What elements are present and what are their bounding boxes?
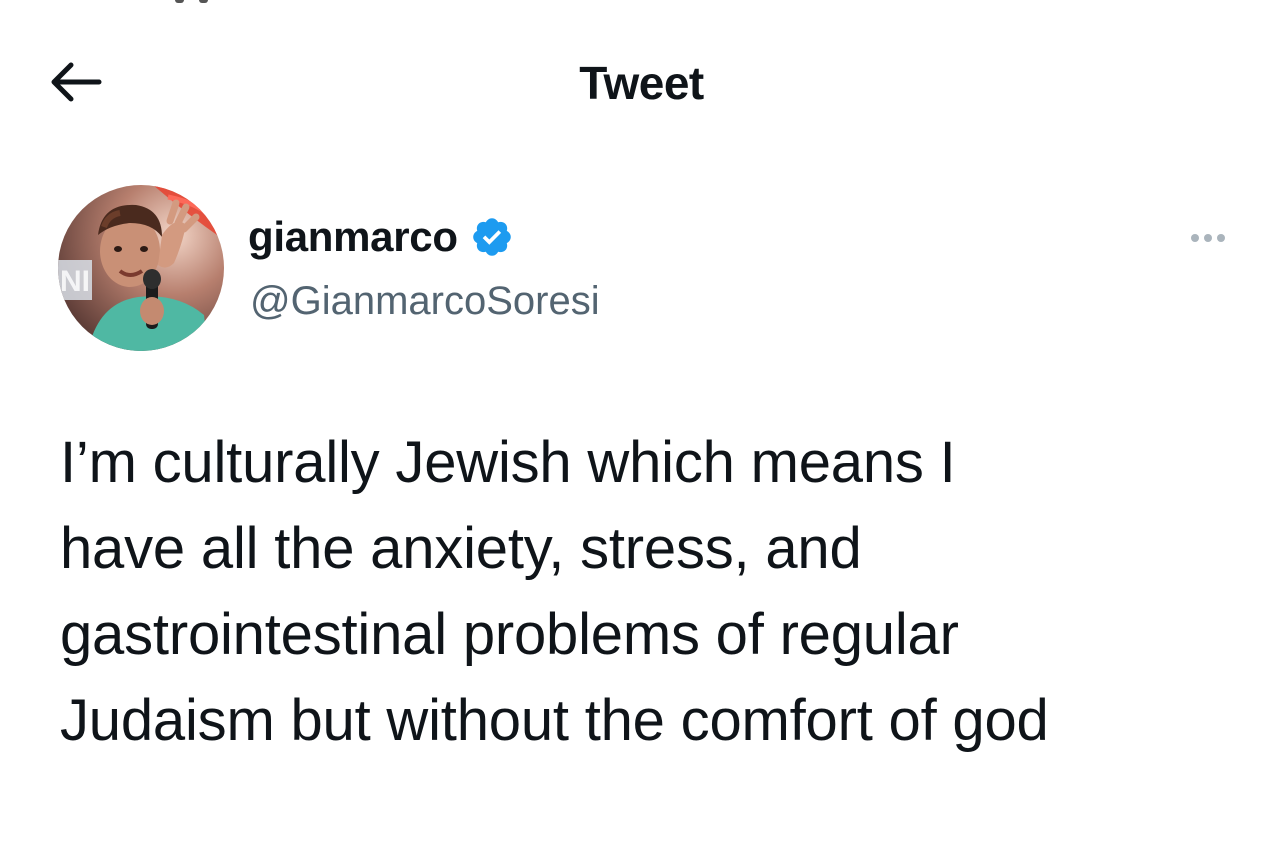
more-horizontal-icon	[1204, 234, 1212, 242]
display-name: gianmarco	[248, 213, 458, 260]
user-handle[interactable]: @GianmarcoSoresi	[250, 279, 600, 324]
page-title: Tweet	[579, 57, 704, 109]
more-horizontal-icon	[1191, 234, 1199, 242]
avatar[interactable]: NI	[58, 185, 224, 351]
avatar-image: NI	[58, 185, 224, 351]
tweet-author: NI gianmarco @GianmarcoSoresi	[58, 185, 1238, 355]
top-edge-clipped-content	[175, 0, 215, 4]
tweet-header: Tweet	[0, 40, 1283, 130]
svg-text:NI: NI	[60, 265, 90, 298]
tweet-text: I’m culturally Jewish which means I have…	[60, 430, 1049, 753]
display-name-link[interactable]: gianmarco	[248, 213, 514, 261]
more-options-button[interactable]	[1178, 223, 1238, 253]
verified-badge-icon	[470, 215, 514, 259]
more-horizontal-icon	[1217, 234, 1225, 242]
